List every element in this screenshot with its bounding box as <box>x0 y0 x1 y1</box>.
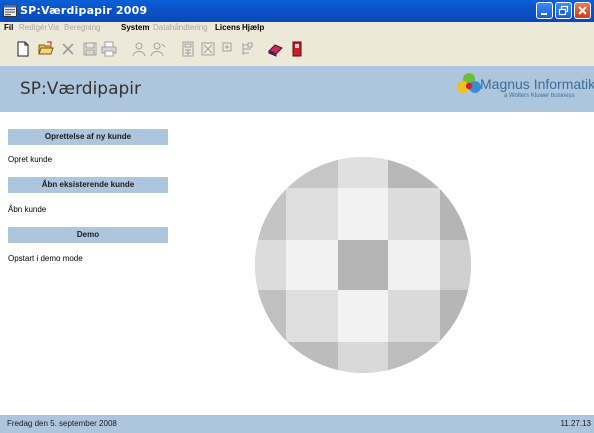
print-icon[interactable] <box>101 41 117 57</box>
import-icon[interactable] <box>219 41 235 57</box>
user-edit-icon[interactable] <box>150 41 166 57</box>
menu-view[interactable]: Vis <box>48 23 59 32</box>
create-customer-link[interactable]: Opret kunde <box>8 155 52 164</box>
app-icon <box>3 4 17 17</box>
minimize-icon <box>541 13 547 15</box>
restore-icon <box>558 5 569 16</box>
export-icon[interactable] <box>200 41 216 57</box>
menu-data-handling[interactable]: Datahåndtering <box>153 23 208 32</box>
open-customer-link[interactable]: Åbn kunde <box>8 205 46 214</box>
section-header-new-customer: Oprettelse af ny kunde <box>8 129 168 145</box>
demo-mode-link[interactable]: Opstart i demo mode <box>8 254 83 263</box>
close-icon <box>578 6 587 15</box>
menu-system[interactable]: System <box>121 23 149 32</box>
logo-name: Magnus Informatik <box>480 76 594 92</box>
maximize-button[interactable] <box>555 2 572 19</box>
toolbar <box>0 34 594 66</box>
page-title: SP:Værdipapir <box>20 79 142 99</box>
menu-license[interactable]: Licens <box>215 23 240 32</box>
menu-help[interactable]: Hjælp <box>242 23 264 32</box>
exit-door-icon[interactable] <box>289 41 305 57</box>
menu-file[interactable]: Fil <box>4 23 13 32</box>
window-title: SP:Værdipapir 2009 <box>20 4 148 17</box>
section-header-demo: Demo <box>8 227 168 243</box>
new-document-icon[interactable] <box>15 41 31 57</box>
status-time: 11.27.13 <box>560 419 591 428</box>
report-icon[interactable] <box>240 41 256 57</box>
logo-mark-icon <box>457 73 481 93</box>
user-icon[interactable] <box>131 41 147 57</box>
close-button[interactable] <box>574 2 591 19</box>
delete-icon[interactable] <box>60 41 76 57</box>
eraser-icon[interactable] <box>268 41 284 57</box>
section-header-open-customer: Åbn eksisterende kunde <box>8 177 168 193</box>
open-folder-icon[interactable] <box>38 41 54 57</box>
status-date: Fredag den 5. september 2008 <box>7 419 117 428</box>
company-logo: Magnus Informatik a Wolters Kluwer busin… <box>456 72 594 108</box>
logo-subtitle: a Wolters Kluwer business <box>504 93 575 99</box>
decorative-disc-image <box>255 157 471 373</box>
menu-edit[interactable]: Redigér <box>19 23 47 32</box>
title-bar[interactable]: SP:Værdipapir 2009 <box>0 0 594 22</box>
save-icon[interactable] <box>82 41 98 57</box>
header-banner: SP:Værdipapir Magnus Informatik a Wolter… <box>0 66 594 112</box>
status-bar: Fredag den 5. september 2008 11.27.13 <box>0 415 594 433</box>
calculator-icon[interactable] <box>180 41 196 57</box>
minimize-button[interactable] <box>536 2 553 19</box>
menu-bar: Fil Redigér Vis Beregning System Datahån… <box>0 22 594 34</box>
menu-calculation[interactable]: Beregning <box>64 23 100 32</box>
